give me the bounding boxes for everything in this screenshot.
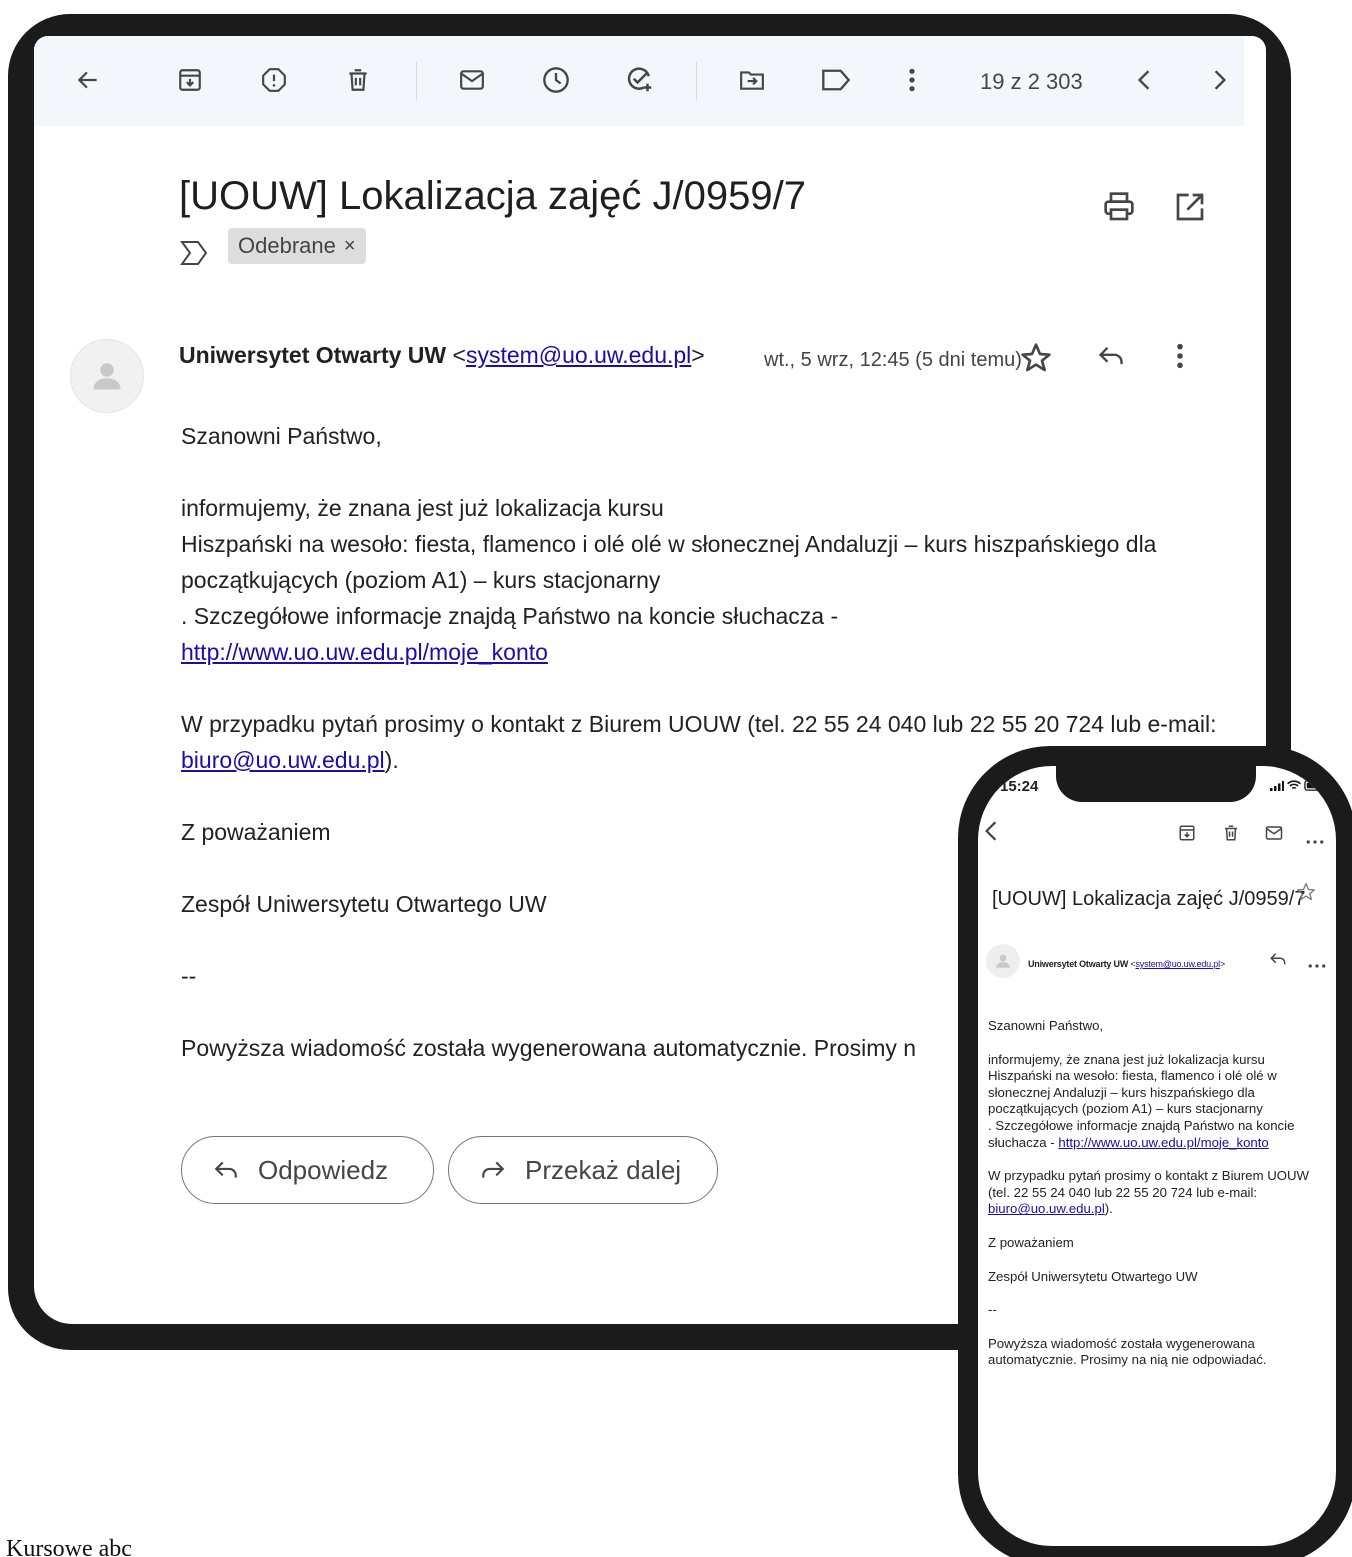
wifi-icon xyxy=(1287,780,1301,790)
more-horiz-icon[interactable] xyxy=(1306,832,1324,850)
delete-icon[interactable] xyxy=(1222,824,1240,847)
email-toolbar: 19 z 2 303 xyxy=(34,36,1244,126)
body-line-3: . Szczegółowe informacje znajdą Państwo … xyxy=(988,1118,1334,1151)
body-line-2: Hiszpański na wesoło: fiesta, flamenco i… xyxy=(181,531,1157,593)
reply-icon[interactable] xyxy=(1268,950,1288,973)
more-vert-icon[interactable] xyxy=(892,60,932,100)
greeting: Szanowni Państwo, xyxy=(181,423,382,449)
person-icon xyxy=(93,363,121,390)
contact-end: ). xyxy=(1104,1201,1113,1217)
reply-icon xyxy=(214,1161,237,1178)
account-link[interactable]: http://www.uo.uw.edu.pl/moje_konto xyxy=(1058,1135,1268,1150)
sender-email-close: > xyxy=(691,342,705,368)
sender-email-open: < xyxy=(452,342,466,368)
sender-email-link[interactable]: system@uo.uw.edu.pl xyxy=(466,342,691,368)
label-chip-inbox[interactable]: Odebrane × xyxy=(228,228,366,264)
back-chevron-icon[interactable] xyxy=(984,820,998,847)
email-date: wt., 5 wrz, 12:45 (5 dni temu) xyxy=(764,349,1022,371)
message-more-icon[interactable] xyxy=(1308,956,1326,974)
mark-unread-icon[interactable] xyxy=(452,60,492,100)
email-subject: [UOUW] Lokalizacja zajęć J/0959/7 xyxy=(179,174,806,218)
auto-note: Powyższa wiadomość została wygenerowana … xyxy=(988,1335,1267,1368)
important-marker-icon[interactable] xyxy=(179,238,209,268)
signature-dashes: -- xyxy=(988,1302,997,1318)
forward-button-label: Przekaż dalej xyxy=(525,1154,682,1185)
contact-end: ). xyxy=(384,747,399,773)
battery-icon xyxy=(1304,780,1326,791)
forward-icon xyxy=(482,1161,505,1178)
toolbar-divider xyxy=(696,62,697,100)
contact-text: W przypadku pytań prosimy o kontakt z Bi… xyxy=(181,711,1217,737)
contact-email-link[interactable]: biuro@uo.uw.edu.pl xyxy=(181,747,385,773)
caption-text: Kursowe abc xyxy=(6,1536,132,1557)
signal-icon xyxy=(1270,780,1284,791)
reply-icon[interactable] xyxy=(1096,342,1126,375)
label-remove-icon[interactable]: × xyxy=(344,235,356,258)
label-icon[interactable] xyxy=(816,60,856,100)
archive-icon[interactable] xyxy=(1178,824,1196,847)
body-line-3: . Szczegółowe informacje znajdą Państwo … xyxy=(181,603,839,629)
body-line-1: informujemy, że znana jest już lokalizac… xyxy=(988,1051,1265,1067)
add-task-icon[interactable] xyxy=(620,60,660,100)
phone-notch xyxy=(1056,766,1256,802)
contact-text: W przypadku pytań prosimy o kontakt z Bi… xyxy=(988,1168,1309,1200)
label-chip-text: Odebrane xyxy=(238,233,336,258)
toolbar-divider xyxy=(416,62,417,100)
body-line-2: Hiszpański na wesoło: fiesta, flamenco i… xyxy=(988,1068,1277,1117)
greeting: Szanowni Państwo, xyxy=(988,1018,1104,1033)
star-icon[interactable] xyxy=(1296,882,1316,907)
gmail-mobile-view: 15:24 [UOUW] Lokalizacja zajęć J/0959/7 xyxy=(978,766,1336,1546)
status-time: 15:24 xyxy=(1000,778,1039,795)
email-body: Szanowni Państwo, informujemy, że znana … xyxy=(988,1018,1334,1369)
email-subject: [UOUW] Lokalizacja zajęć J/0959/7 xyxy=(992,888,1306,910)
prev-icon[interactable] xyxy=(1124,60,1164,100)
next-icon[interactable] xyxy=(1200,60,1240,100)
star-icon[interactable] xyxy=(1020,342,1052,379)
snooze-icon[interactable] xyxy=(536,60,576,100)
move-to-icon[interactable] xyxy=(732,60,772,100)
sender-name: Uniwersytet Otwarty UW xyxy=(1028,959,1129,969)
open-new-window-icon[interactable] xyxy=(1174,191,1206,228)
sender-avatar xyxy=(70,339,144,413)
account-link[interactable]: http://www.uo.uw.edu.pl/moje_konto xyxy=(181,639,548,665)
reply-button[interactable]: Odpowiedz xyxy=(181,1136,434,1204)
phone-frame: 15:24 [UOUW] Lokalizacja zajęć J/0959/7 xyxy=(958,746,1352,1557)
sender-email-link[interactable]: system@uo.uw.edu.pl xyxy=(1136,959,1221,969)
delete-icon[interactable] xyxy=(338,60,378,100)
body-line-1: informujemy, że znana jest już lokalizac… xyxy=(181,495,664,521)
team-signature: Zespół Uniwersytetu Otwartego UW xyxy=(988,1268,1198,1284)
regards: Z poważaniem xyxy=(988,1234,1074,1250)
report-spam-icon[interactable] xyxy=(254,60,294,100)
sender-line: Uniwersytet Otwarty UW <system@uo.uw.edu… xyxy=(179,342,705,369)
contact-paragraph: W przypadku pytań prosimy o kontakt z Bi… xyxy=(988,1168,1334,1218)
print-icon[interactable] xyxy=(1102,191,1136,228)
archive-icon[interactable] xyxy=(170,60,210,100)
sender-avatar xyxy=(986,944,1020,978)
person-icon xyxy=(996,954,1010,968)
message-count: 19 z 2 303 xyxy=(980,69,1083,94)
back-arrow-icon[interactable] xyxy=(68,60,108,100)
status-icons xyxy=(1270,780,1326,791)
sender-line: Uniwersytet Otwarty UW <system@uo.uw.edu… xyxy=(1028,959,1225,969)
sender-name: Uniwersytet Otwarty UW xyxy=(179,342,447,368)
sender-email-close: > xyxy=(1219,959,1225,969)
mark-unread-icon[interactable] xyxy=(1264,824,1284,847)
reply-button-label: Odpowiedz xyxy=(258,1154,389,1185)
message-more-icon[interactable] xyxy=(1176,342,1184,375)
contact-email-link[interactable]: biuro@uo.uw.edu.pl xyxy=(988,1201,1105,1216)
forward-button[interactable]: Przekaż dalej xyxy=(448,1136,718,1204)
